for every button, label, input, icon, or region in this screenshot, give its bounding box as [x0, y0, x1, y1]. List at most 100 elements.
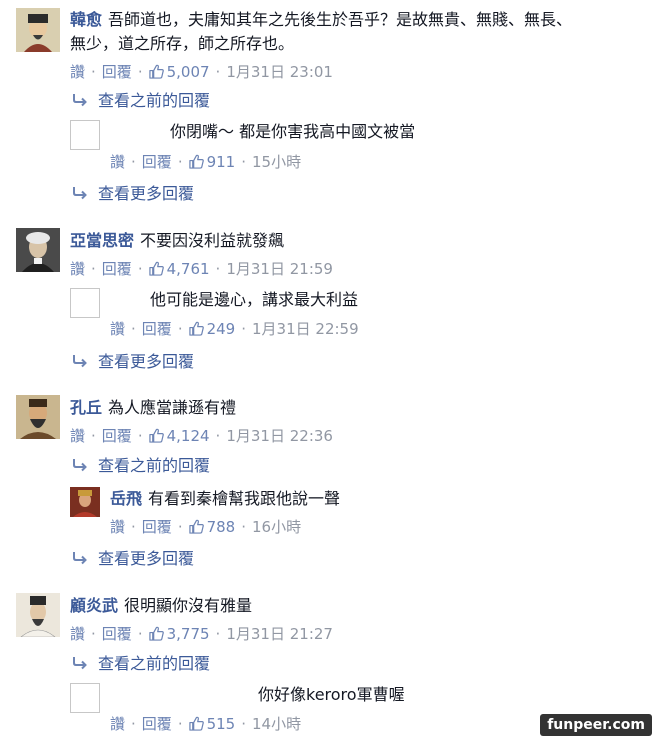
- comment-body: 顧炎武 很明顯你沒有雅量: [70, 595, 252, 617]
- reply-link[interactable]: 回覆: [142, 518, 172, 536]
- like-link[interactable]: 讚: [70, 427, 85, 445]
- view-previous-replies-label[interactable]: 查看之前的回覆: [98, 456, 210, 475]
- separator: ·: [215, 260, 221, 278]
- separator: ·: [91, 427, 96, 445]
- commenter-name[interactable]: 顧炎武: [70, 596, 118, 615]
- separator: ·: [131, 320, 136, 338]
- reply-link[interactable]: 回覆: [102, 63, 132, 81]
- separator: ·: [91, 625, 96, 643]
- avatar[interactable]: [70, 487, 100, 517]
- view-more-replies[interactable]: 查看更多回覆: [72, 351, 194, 373]
- comment-text: 不要因沒利益就發飆: [140, 231, 285, 250]
- like-link[interactable]: 讚: [110, 320, 125, 338]
- reply-link[interactable]: 回覆: [142, 320, 172, 338]
- view-more-replies-label[interactable]: 查看更多回覆: [98, 549, 194, 568]
- separator: ·: [91, 63, 96, 81]
- commenter-name[interactable]: 韓愈: [70, 10, 102, 29]
- view-previous-replies-label[interactable]: 查看之前的回覆: [98, 654, 210, 673]
- reply-text: 他可能是邊心，講求最大利益: [150, 290, 359, 309]
- like-link[interactable]: 讚: [110, 153, 125, 171]
- comment-text: 為人應當謙遜有禮: [108, 398, 237, 417]
- reply: 你閉嘴～ 都是你害我高中國文被當 讚 · 回覆 · 911 · 15小時: [70, 118, 630, 178]
- like-count[interactable]: 788: [207, 518, 236, 536]
- reply-arrow-icon: [72, 551, 88, 565]
- reply-text: 你閉嘴～ 都是你害我高中國文被當: [170, 122, 416, 141]
- thumbs-up-icon[interactable]: [188, 321, 204, 336]
- comment-actions: 讚 · 回覆 · 5,007 · 1月31日 23:01: [70, 62, 333, 82]
- like-count[interactable]: 911: [207, 153, 236, 171]
- view-previous-replies[interactable]: 查看之前的回覆: [72, 653, 210, 675]
- timestamp[interactable]: 1月31日 21:27: [226, 625, 333, 643]
- avatar[interactable]: [16, 593, 60, 637]
- view-previous-replies[interactable]: 查看之前的回覆: [72, 455, 210, 477]
- timestamp[interactable]: 16小時: [252, 518, 301, 536]
- avatar[interactable]: [70, 120, 100, 150]
- like-link[interactable]: 讚: [110, 518, 125, 536]
- avatar[interactable]: [16, 8, 60, 52]
- reply: 岳飛 有看到秦檜幫我跟他說一聲 讚 · 回覆 · 788 · 16小時: [70, 485, 630, 545]
- like-link[interactable]: 讚: [70, 63, 85, 81]
- separator: ·: [241, 153, 247, 171]
- separator: ·: [177, 518, 183, 536]
- view-more-replies[interactable]: 查看更多回覆: [72, 183, 194, 205]
- reply-link[interactable]: 回覆: [142, 153, 172, 171]
- separator: ·: [215, 63, 221, 81]
- like-count[interactable]: 249: [207, 320, 236, 338]
- redacted-name: [110, 288, 146, 312]
- separator: ·: [131, 518, 136, 536]
- avatar[interactable]: [16, 228, 60, 272]
- thumbs-up-icon[interactable]: [148, 626, 164, 641]
- thumbs-up-icon[interactable]: [148, 261, 164, 276]
- timestamp[interactable]: 1月31日 22:36: [226, 427, 333, 445]
- timestamp[interactable]: 1月31日 23:01: [226, 63, 333, 81]
- comment-body: 孔丘 為人應當謙遜有禮: [70, 397, 236, 419]
- timestamp[interactable]: 1月31日 21:59: [226, 260, 333, 278]
- view-previous-replies-label[interactable]: 查看之前的回覆: [98, 91, 210, 110]
- like-count[interactable]: 3,775: [167, 625, 210, 643]
- avatar[interactable]: [70, 288, 100, 318]
- avatar[interactable]: [70, 683, 100, 713]
- reply-text: 你好像keroro軍曹喔: [258, 685, 405, 704]
- thumbs-up-icon[interactable]: [188, 519, 204, 534]
- thumbs-up-icon[interactable]: [148, 64, 164, 79]
- view-previous-replies[interactable]: 查看之前的回覆: [72, 90, 210, 112]
- like-count[interactable]: 515: [207, 715, 236, 733]
- reply: 他可能是邊心，講求最大利益 讚 · 回覆 · 249 · 1月31日 22:59: [70, 286, 630, 346]
- separator: ·: [215, 625, 221, 643]
- comment-text-line2: 無少，道之所存，師之所存也。: [70, 34, 295, 53]
- reply-link[interactable]: 回覆: [102, 260, 132, 278]
- comment-actions: 讚 · 回覆 · 4,761 · 1月31日 21:59: [70, 259, 333, 279]
- view-more-replies-label[interactable]: 查看更多回覆: [98, 184, 194, 203]
- avatar[interactable]: [16, 395, 60, 439]
- comment-text: 吾師道也，夫庸知其年之先後生於吾乎？是故無貴、無賤、無長、: [108, 10, 573, 29]
- separator: ·: [137, 260, 143, 278]
- like-count[interactable]: 4,124: [167, 427, 210, 445]
- like-link[interactable]: 讚: [70, 260, 85, 278]
- commenter-name[interactable]: 亞當思密: [70, 231, 134, 250]
- reply-author-name[interactable]: 岳飛: [110, 489, 142, 508]
- reply-text: 有看到秦檜幫我跟他說一聲: [148, 489, 341, 508]
- comment-text: 很明顯你沒有雅量: [124, 596, 253, 615]
- timestamp[interactable]: 1月31日 22:59: [252, 320, 359, 338]
- thumbs-up-icon[interactable]: [188, 716, 204, 731]
- thumbs-up-icon[interactable]: [188, 154, 204, 169]
- reply-link[interactable]: 回覆: [142, 715, 172, 733]
- reply-arrow-icon: [72, 186, 88, 200]
- thumbs-up-icon[interactable]: [148, 428, 164, 443]
- separator: ·: [137, 63, 143, 81]
- view-more-replies[interactable]: 查看更多回覆: [72, 548, 194, 570]
- like-link[interactable]: 讚: [70, 625, 85, 643]
- reply-actions: 讚 · 回覆 · 788 · 16小時: [110, 517, 301, 537]
- like-link[interactable]: 讚: [110, 715, 125, 733]
- view-more-replies-label[interactable]: 查看更多回覆: [98, 352, 194, 371]
- commenter-name[interactable]: 孔丘: [70, 398, 102, 417]
- comment-actions: 讚 · 回覆 · 4,124 · 1月31日 22:36: [70, 426, 333, 446]
- redacted-name: [110, 683, 250, 707]
- redacted-name: [110, 120, 166, 144]
- reply-link[interactable]: 回覆: [102, 427, 132, 445]
- timestamp[interactable]: 15小時: [252, 153, 301, 171]
- like-count[interactable]: 4,761: [167, 260, 210, 278]
- timestamp[interactable]: 14小時: [252, 715, 301, 733]
- reply-link[interactable]: 回覆: [102, 625, 132, 643]
- like-count[interactable]: 5,007: [167, 63, 210, 81]
